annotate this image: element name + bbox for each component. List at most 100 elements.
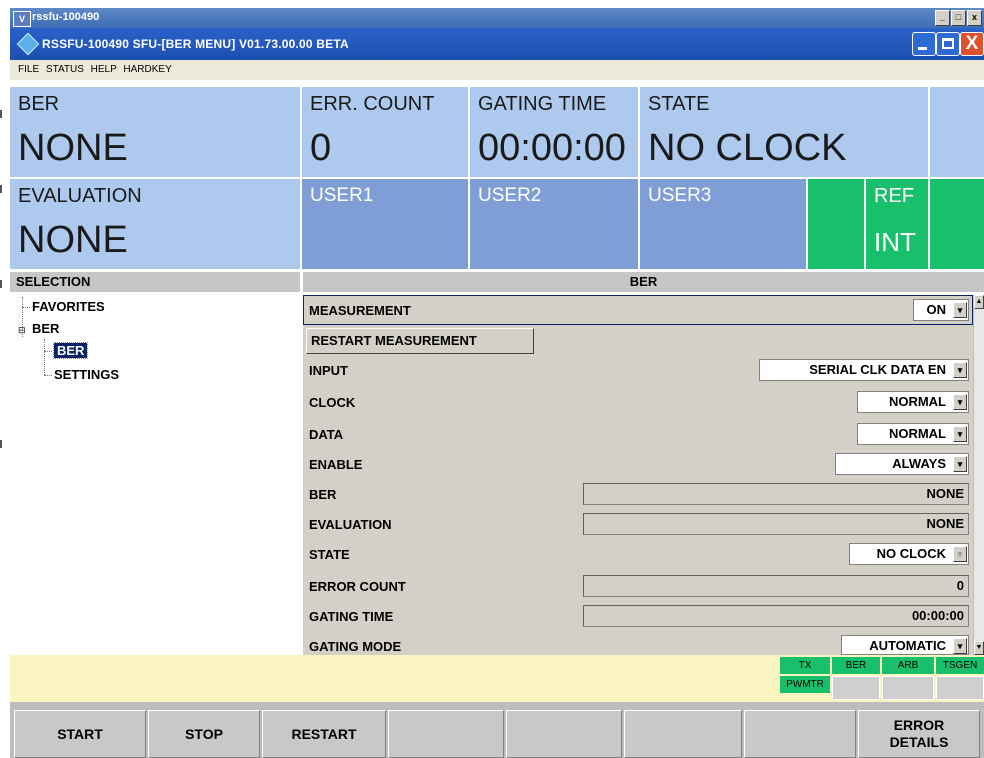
softkey-empty[interactable]: [744, 710, 856, 758]
status-user3[interactable]: USER3: [640, 179, 806, 269]
outer-close-button[interactable]: x: [967, 10, 982, 26]
status-evaluation-label: EVALUATION: [18, 185, 142, 207]
status-panel: BER NONE ERR. COUNT 0 GATING TIME 00:00:…: [10, 87, 984, 269]
state-dropdown: NO CLOCK ▾: [849, 543, 969, 565]
menu-file[interactable]: FILE: [18, 64, 39, 75]
input-dropdown[interactable]: SERIAL CLK DATA EN ▾: [759, 359, 969, 381]
indicator-empty: [882, 676, 934, 700]
outer-window-controls: _ □ x: [935, 10, 982, 26]
status-user2[interactable]: USER2: [470, 179, 638, 269]
status-gating-time-value: 00:00:00: [478, 127, 626, 169]
status-divider: [928, 179, 930, 269]
chevron-down-icon[interactable]: ▾: [953, 426, 967, 442]
tree-item-settings[interactable]: SETTINGS: [54, 367, 119, 382]
softkey-bar: START STOP RESTART ERROR DETAILS: [10, 702, 984, 758]
ber-settings-panel: MEASUREMENT ON ▾ RESTART MEASUREMENT INP…: [303, 295, 973, 655]
indicator-pwmtr: PWMTR: [780, 676, 830, 693]
error-details-button[interactable]: ERROR DETAILS: [858, 710, 980, 758]
indicator-tsgen: TSGEN: [936, 657, 984, 674]
status-evaluation[interactable]: EVALUATION NONE: [10, 179, 300, 269]
close-button[interactable]: X: [960, 32, 984, 56]
status-gating-time-label: GATING TIME: [478, 93, 607, 115]
restart-measurement-button[interactable]: RESTART MEASUREMENT: [306, 328, 534, 354]
clock-dropdown[interactable]: NORMAL ▾: [857, 391, 969, 413]
softkey-empty[interactable]: [624, 710, 742, 758]
outer-minimize-button[interactable]: _: [935, 10, 950, 26]
restart-button[interactable]: RESTART: [262, 710, 386, 758]
error-count-label: ERROR COUNT: [309, 579, 406, 594]
outer-window-title: rssfu-100490: [32, 11, 100, 23]
error-count-readout: 0: [583, 575, 969, 597]
error-details-line2: DETAILS: [889, 734, 949, 750]
tree-item-favorites[interactable]: FAVORITES: [32, 299, 105, 314]
status-err-count[interactable]: ERR. COUNT 0: [302, 87, 468, 177]
menu-hardkey[interactable]: HARDKEY: [123, 64, 171, 75]
gating-mode-value: AUTOMATIC: [869, 638, 946, 653]
status-ref-label: REF: [874, 185, 914, 207]
maximize-button[interactable]: [936, 32, 960, 56]
outer-title-bar: V rssfu-100490 _ □ x: [10, 8, 984, 28]
data-value: NORMAL: [888, 426, 946, 441]
gating-mode-dropdown[interactable]: AUTOMATIC ▾: [841, 635, 969, 655]
menu-help[interactable]: HELP: [91, 64, 117, 75]
status-ref-value: INT: [874, 227, 916, 257]
measurement-value: ON: [926, 302, 947, 317]
softkey-empty[interactable]: [388, 710, 504, 758]
state-value: NO CLOCK: [876, 546, 946, 561]
status-green-indicator: [808, 179, 864, 269]
tree-item-ber[interactable]: BER: [52, 342, 89, 359]
start-button[interactable]: START: [14, 710, 146, 758]
status-evaluation-value: NONE: [18, 219, 128, 261]
status-divider: [864, 179, 866, 269]
tree-expand-icon[interactable]: ⊟: [18, 325, 26, 336]
selection-header: SELECTION: [10, 272, 300, 292]
indicator-tx: TX: [780, 657, 830, 674]
state-label: STATE: [309, 547, 350, 562]
menu-status[interactable]: STATUS: [46, 64, 84, 75]
status-gating-time[interactable]: GATING TIME 00:00:00: [470, 87, 638, 177]
status-ref[interactable]: REF INT: [866, 179, 928, 269]
tree-line: [44, 375, 52, 376]
scroll-up-icon[interactable]: ▲: [974, 295, 984, 309]
minimize-button[interactable]: [912, 32, 936, 56]
measurement-dropdown[interactable]: ON ▾: [913, 299, 969, 321]
clock-value: NORMAL: [888, 394, 946, 409]
status-user1-label: USER1: [310, 185, 374, 206]
tree-item-ber-group[interactable]: BER: [32, 321, 59, 336]
outer-maximize-button[interactable]: □: [951, 10, 966, 26]
indicator-arb: ARB: [882, 657, 934, 674]
status-state[interactable]: STATE NO CLOCK: [640, 87, 930, 177]
status-user1[interactable]: USER1: [302, 179, 468, 269]
stop-button[interactable]: STOP: [148, 710, 260, 758]
softkey-empty[interactable]: [506, 710, 622, 758]
chevron-down-icon[interactable]: ▾: [953, 456, 967, 472]
enable-dropdown[interactable]: ALWAYS ▾: [835, 453, 969, 475]
gating-time-readout: 00:00:00: [583, 605, 969, 627]
window-title: RSSFU-100490 SFU-[BER MENU] V01.73.00.00…: [42, 37, 349, 51]
app-diamond-icon: [16, 32, 40, 56]
status-user2-label: USER2: [478, 185, 542, 206]
ber-panel-header: BER: [303, 272, 984, 292]
clock-label: CLOCK: [309, 395, 356, 410]
status-ber[interactable]: BER NONE: [10, 87, 300, 177]
status-divider: [806, 179, 808, 269]
tree-line: [44, 339, 45, 375]
input-label: INPUT: [309, 363, 348, 378]
gating-mode-label: GATING MODE: [309, 639, 402, 654]
panel-scrollbar[interactable]: ▲ ▼: [973, 295, 984, 655]
chevron-down-icon[interactable]: ▾: [953, 394, 967, 410]
selection-tree: FAVORITES ⊟ BER BER SETTINGS: [10, 295, 300, 655]
chevron-down-icon[interactable]: ▾: [953, 302, 967, 318]
chevron-down-icon[interactable]: ▾: [953, 362, 967, 378]
ber-label: BER: [309, 487, 337, 502]
status-green-indicator-right: [930, 179, 984, 269]
edge-mark: [0, 185, 2, 193]
data-dropdown[interactable]: NORMAL ▾: [857, 423, 969, 445]
ber-readout: NONE: [583, 483, 969, 505]
edge-mark: [0, 440, 2, 448]
chevron-down-icon[interactable]: ▾: [953, 638, 967, 654]
status-row-divider: [10, 177, 984, 179]
scroll-down-icon[interactable]: ▼: [974, 641, 984, 655]
error-details-line1: ERROR: [893, 717, 945, 733]
edge-mark: [0, 280, 2, 288]
